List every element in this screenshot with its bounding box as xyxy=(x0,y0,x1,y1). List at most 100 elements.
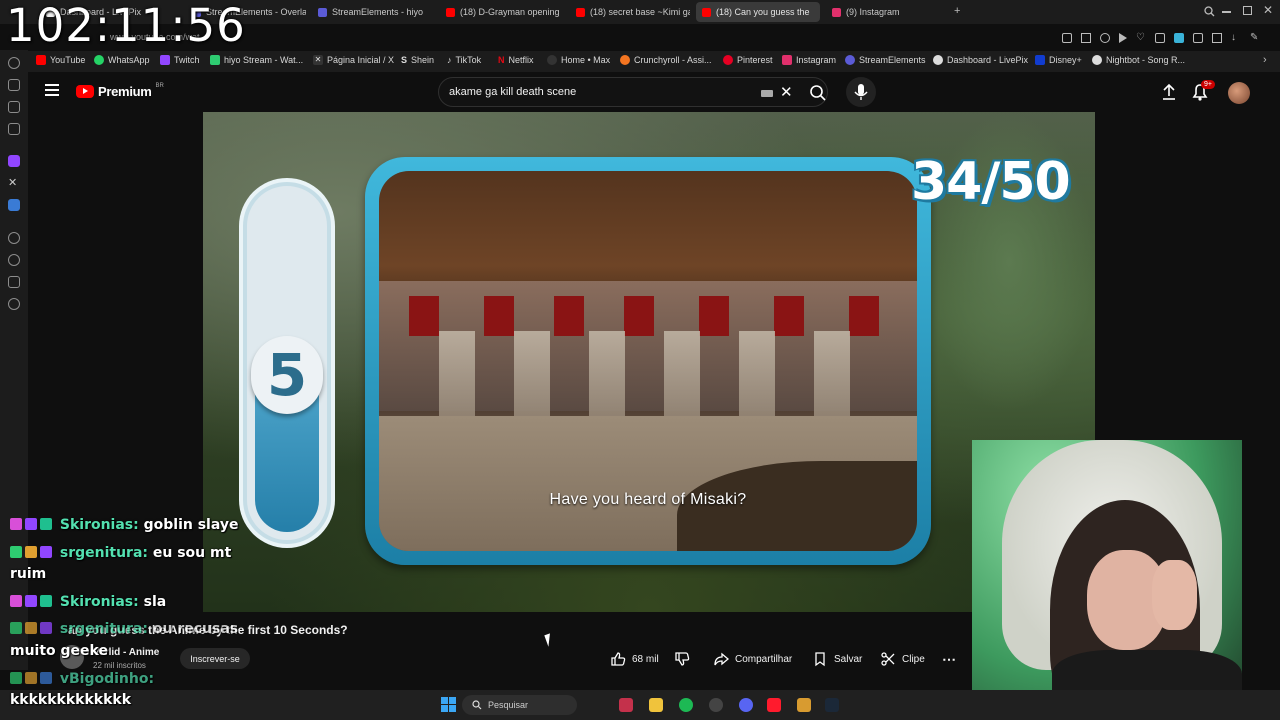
chat-message-continued: ruim xyxy=(10,566,46,582)
settings-icon[interactable] xyxy=(8,298,20,310)
new-tab-button[interactable]: + xyxy=(954,5,960,17)
upload-icon[interactable] xyxy=(1160,83,1178,101)
discord-icon[interactable] xyxy=(739,698,753,712)
clear-search-icon[interactable]: ✕ xyxy=(780,83,793,101)
bookmark-pinterest[interactable]: Pinterest xyxy=(723,55,773,65)
search-input[interactable]: akame ga kill death scene xyxy=(449,86,576,98)
app-icon[interactable] xyxy=(797,698,811,712)
search-box: akame ga kill death scene ✕ xyxy=(438,77,828,107)
maximize-icon[interactable] xyxy=(1243,6,1252,15)
camera-icon[interactable] xyxy=(1155,33,1165,43)
history-icon[interactable] xyxy=(8,254,20,266)
chevron-right-icon[interactable]: › xyxy=(1263,54,1267,66)
account-avatar[interactable] xyxy=(1228,82,1250,104)
tab-secret-base[interactable]: (18) secret base ~Kimi ga xyxy=(570,2,690,22)
bookmark-max[interactable]: Home • Max xyxy=(547,55,610,65)
extensions-icon[interactable] xyxy=(8,276,20,288)
voice-search-button[interactable] xyxy=(846,77,876,107)
pin-icon[interactable] xyxy=(1062,33,1072,43)
twitch-icon[interactable] xyxy=(8,155,20,167)
tab-streamelements-hiyo[interactable]: StreamElements - hiyo xyxy=(312,2,432,22)
bookmark-label: Disney+ xyxy=(1049,55,1082,65)
hamburger-menu-icon[interactable] xyxy=(45,84,59,98)
bookmark-crunchyroll[interactable]: Crunchyroll - Assi... xyxy=(620,55,712,65)
bookmark-hiyo-stream[interactable]: hiyo Stream - Wat... xyxy=(210,55,303,65)
steam-icon[interactable] xyxy=(825,698,839,712)
question-counter: 34/50 xyxy=(911,152,1071,212)
app-icon[interactable] xyxy=(619,698,633,712)
tab-can-you-guess[interactable]: (18) Can you guess the xyxy=(696,2,820,22)
taskbar-search[interactable]: Pesquisar xyxy=(462,695,577,715)
bookmark-twitch[interactable]: Twitch xyxy=(160,55,200,65)
bookmark-tiktok[interactable]: ♪ TikTok xyxy=(447,55,481,65)
home-icon[interactable] xyxy=(8,79,20,91)
tab-dgrayman[interactable]: (18) D-Grayman opening xyxy=(440,2,564,22)
clip-button[interactable]: Clipe xyxy=(880,647,925,671)
minimize-icon[interactable] xyxy=(1222,11,1231,13)
clip-label: Clipe xyxy=(902,653,925,665)
refresh-icon[interactable] xyxy=(8,57,20,69)
puzzle-icon[interactable] xyxy=(1193,33,1203,43)
search-tabs-icon[interactable] xyxy=(1204,6,1215,17)
app-icon[interactable] xyxy=(8,199,20,211)
bookmark-nightbot[interactable]: Nightbot - Song R... xyxy=(1092,55,1185,65)
share-button[interactable]: Compartilhar xyxy=(713,647,792,671)
streamelements-icon xyxy=(318,7,327,17)
bookmark-x[interactable]: ✕ Página Inicial / X xyxy=(313,55,394,65)
screenshot-icon[interactable] xyxy=(1081,33,1091,43)
chat-badges xyxy=(10,545,55,561)
heart-icon[interactable]: ♡ xyxy=(1136,33,1146,43)
badge-icon xyxy=(10,518,22,530)
extension-icons: ♡ ↓ ✎ xyxy=(1062,33,1260,43)
play-circle-icon[interactable] xyxy=(8,232,20,244)
windows-start-icon[interactable] xyxy=(441,697,456,712)
bookmark-shein[interactable]: S Shein xyxy=(401,55,434,65)
youtube-play-icon xyxy=(76,85,94,98)
bookmark-label: hiyo Stream - Wat... xyxy=(224,55,304,65)
youtube-logo[interactable]: Premium BR xyxy=(76,83,164,99)
video-player[interactable]: 5 Have you heard of Misaki? 34/50 xyxy=(203,112,1095,612)
bookmark-label: Pinterest xyxy=(737,55,773,65)
edit-icon[interactable]: ✎ xyxy=(1250,33,1260,43)
max-icon xyxy=(547,55,557,65)
spotify-icon[interactable] xyxy=(679,698,693,712)
chat-username: Skironias: xyxy=(59,517,139,533)
download-icon[interactable]: ↓ xyxy=(1231,33,1241,43)
notification-badge: 9+ xyxy=(1201,80,1215,89)
save-button[interactable]: Salvar xyxy=(812,647,862,671)
bookmark-whatsapp[interactable]: WhatsApp xyxy=(94,55,150,65)
bookmark-youtube[interactable]: YouTube xyxy=(36,55,85,65)
like-button[interactable]: 68 mil xyxy=(610,647,659,671)
waterfall xyxy=(814,331,850,416)
more-actions-icon[interactable]: ⋯ xyxy=(942,647,956,671)
play-icon[interactable] xyxy=(1119,33,1127,43)
notes-icon[interactable] xyxy=(8,101,20,113)
bookmark-disney[interactable]: Disney+ xyxy=(1035,55,1082,65)
x-icon[interactable]: ✕ xyxy=(8,177,20,189)
extension-icon[interactable] xyxy=(1174,33,1184,43)
countdown-timer: 5 xyxy=(243,182,331,544)
bookmark-netflix[interactable]: N Netflix xyxy=(498,55,534,65)
bookmark-livepix[interactable]: Dashboard - LivePix xyxy=(933,55,1028,65)
bookmark-icon[interactable] xyxy=(1212,33,1222,43)
badge-icon xyxy=(25,546,37,558)
close-window-icon[interactable]: ✕ xyxy=(1263,3,1273,17)
search-icon[interactable] xyxy=(809,84,827,102)
subscribe-button[interactable]: Inscrever-se xyxy=(180,648,250,669)
dislike-button[interactable] xyxy=(674,647,690,671)
bookmark-streamelements[interactable]: StreamElements xyxy=(845,55,926,65)
keyboard-icon[interactable] xyxy=(761,90,773,97)
file-explorer-icon[interactable] xyxy=(649,698,663,712)
obs-icon[interactable] xyxy=(709,698,723,712)
chat-message: Skironias: sla xyxy=(10,594,166,610)
chat-username: vBigodinho: xyxy=(59,671,155,687)
bookmark-instagram[interactable]: Instagram xyxy=(782,55,836,65)
m-icon[interactable] xyxy=(8,123,20,135)
badge-icon xyxy=(10,546,22,558)
dam-gate xyxy=(554,296,584,336)
opera-gx-icon[interactable] xyxy=(767,698,781,712)
chat-badges xyxy=(10,517,55,533)
block-icon[interactable] xyxy=(1100,33,1110,43)
tab-instagram[interactable]: (9) Instagram xyxy=(826,2,936,22)
taskbar-search-placeholder: Pesquisar xyxy=(488,700,529,710)
